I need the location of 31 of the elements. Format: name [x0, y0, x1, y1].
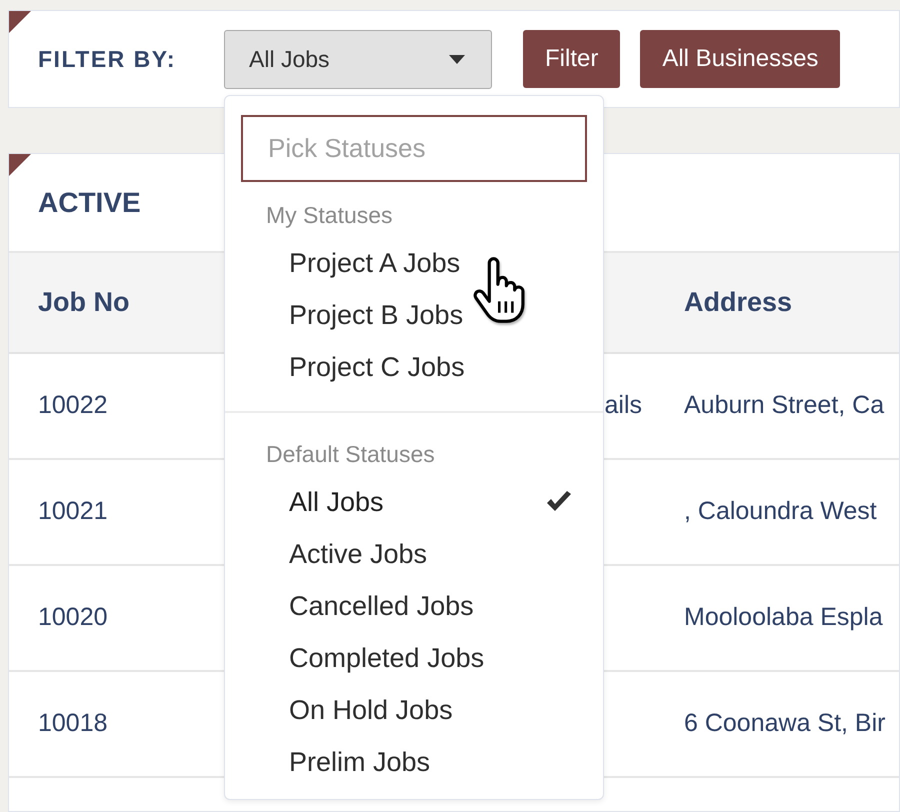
caret-down-icon: [449, 54, 465, 64]
table-cell-text: 10020: [37, 602, 109, 634]
menu-item[interactable]: Active Jobs: [225, 528, 603, 580]
panel-title: ACTIVE: [38, 186, 141, 220]
search-field[interactable]: Pick Statuses: [241, 115, 587, 182]
table-cell-text: 10018: [37, 708, 109, 740]
menu-item[interactable]: Prelim Jobs: [225, 736, 603, 788]
menu-item[interactable]: Completed Jobs: [225, 632, 603, 684]
table-cell-text: Mooloolaba Espla: [683, 602, 884, 634]
filter-button[interactable]: Filter: [523, 30, 620, 88]
table-cell-text: , Caloundra West: [683, 496, 878, 528]
menu-item[interactable]: Project C Jobs: [225, 341, 603, 393]
corner-flag-icon: [9, 11, 31, 33]
group-label: My Statuses: [265, 200, 394, 230]
table-cell-text: ails: [604, 390, 642, 422]
table-cell-text: 6 Coonawa St, Bir: [683, 708, 886, 740]
menu-item[interactable]: All Jobs: [225, 476, 603, 528]
menu-item[interactable]: Project B Jobs: [225, 289, 603, 341]
menu-item[interactable]: Project A Jobs: [225, 237, 603, 289]
menu-item[interactable]: Cancelled Jobs: [225, 580, 603, 632]
group-label: Default Statuses: [265, 440, 436, 469]
filter-label: FILTER BY:: [37, 44, 178, 74]
table-cell-text: Auburn Street, Ca: [683, 390, 886, 422]
menu-item[interactable]: On Hold Jobs: [225, 684, 603, 736]
column-header: Address: [683, 286, 794, 320]
table-cell-text: 10022: [37, 390, 109, 422]
corner-flag-icon: [9, 154, 31, 176]
column-header: Job No: [37, 286, 130, 320]
status-select[interactable]: All Jobs: [224, 30, 492, 88]
table-cell-text: 10021: [37, 496, 109, 528]
filter-button[interactable]: All Businesses: [640, 30, 840, 88]
